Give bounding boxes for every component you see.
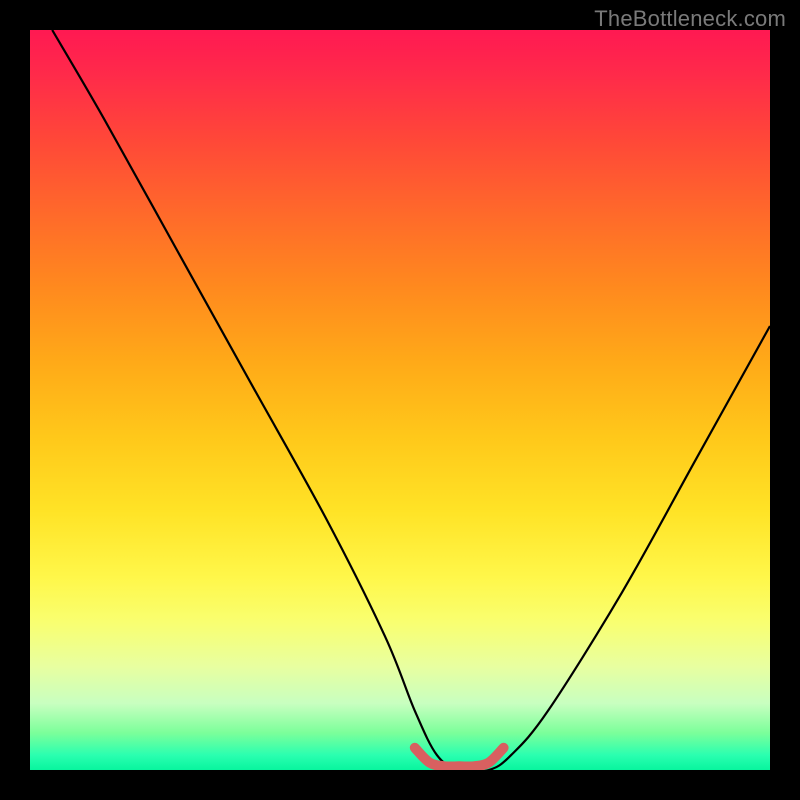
plot-area [30,30,770,770]
bottleneck-curve [52,30,770,770]
chart-frame: TheBottleneck.com [0,0,800,800]
watermark-text: TheBottleneck.com [594,6,786,32]
curve-layer [30,30,770,770]
red-minimum-segment [415,748,504,767]
